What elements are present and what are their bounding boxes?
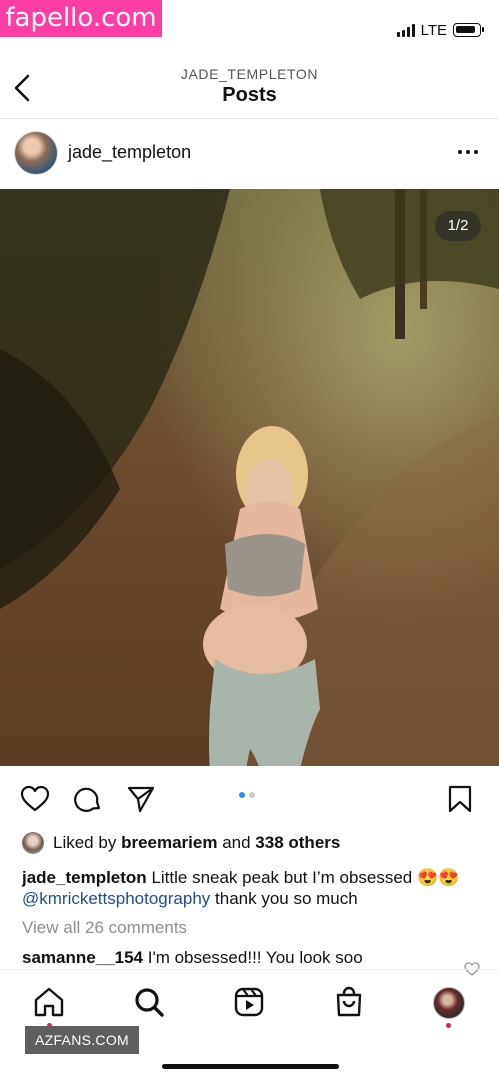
likes-others[interactable]: 338 others (255, 833, 340, 852)
liker-avatar[interactable] (22, 832, 44, 854)
shop-icon[interactable] (332, 985, 366, 1019)
watermark-top: fapello.com (0, 0, 162, 37)
home-icon[interactable] (32, 985, 66, 1019)
heart-icon[interactable] (20, 784, 50, 814)
carousel-dot-active (239, 792, 245, 798)
profile-notification-dot (446, 1023, 451, 1028)
comment-icon[interactable] (73, 784, 103, 814)
share-icon[interactable] (126, 784, 156, 814)
poster-avatar[interactable] (14, 131, 58, 175)
post-image[interactable]: 1/2 (0, 189, 499, 766)
network-label: LTE (420, 21, 447, 39)
likes-summary[interactable]: Liked by breemariem and 338 others (53, 833, 340, 853)
signal-icon (396, 23, 415, 37)
view-all-comments-link[interactable]: View all 26 comments (22, 918, 187, 938)
caption-username[interactable]: jade_templeton (22, 868, 147, 887)
page-title: Posts (222, 84, 277, 106)
liker-username[interactable]: breemariem (121, 833, 217, 852)
likes-joiner: and (222, 833, 251, 852)
tab-bar-divider (0, 969, 499, 970)
status-bar: LTE (396, 18, 484, 42)
comment-username[interactable]: samanne__154 (22, 948, 143, 967)
likes-prefix: Liked by (53, 833, 117, 852)
poster-username[interactable]: jade_templeton (68, 142, 191, 163)
search-icon[interactable] (132, 985, 166, 1019)
profile-avatar-tab[interactable] (433, 987, 465, 1019)
home-indicator (162, 1064, 339, 1069)
reels-icon[interactable] (232, 985, 266, 1019)
caption: jade_templeton Little sneak peak but I’m… (22, 867, 482, 909)
more-icon[interactable] (458, 150, 478, 154)
divider (0, 118, 499, 119)
caption-text: Little sneak peak but I’m obsessed (151, 868, 413, 887)
carousel-indicator (239, 792, 255, 798)
caption-mention[interactable]: @kmrickettsphotography (22, 889, 210, 908)
carousel-dot (249, 792, 255, 798)
header-username: JADE_TEMPLETON (180, 66, 319, 82)
caption-emojis: 😍😍 (417, 868, 460, 887)
caption-text-2: thank you so much (215, 889, 358, 908)
post-photo-illustration (0, 189, 499, 766)
comment-text: I'm obsessed!!! You look soo (147, 948, 363, 967)
watermark-bottom: AZFANS.COM (25, 1026, 139, 1054)
image-counter: 1/2 (435, 211, 481, 241)
battery-icon (453, 23, 484, 37)
bookmark-icon[interactable] (446, 784, 476, 814)
top-comment: samanne__154 I'm obsessed!!! You look so… (22, 948, 482, 968)
